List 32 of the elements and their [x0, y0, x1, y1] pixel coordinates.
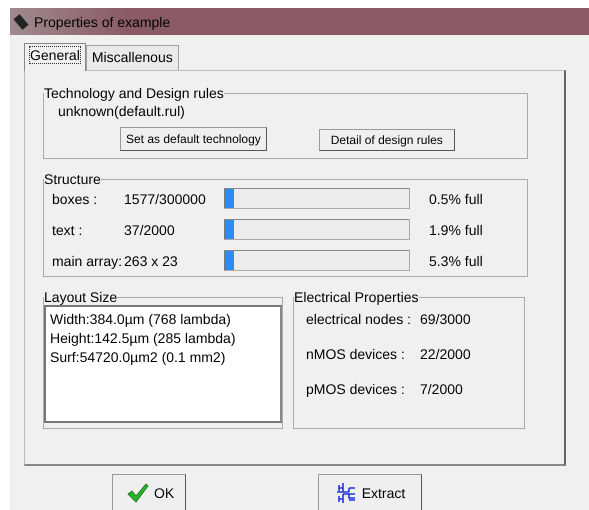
ok-button[interactable]: OK: [112, 474, 186, 510]
group-title: Technology and Design rules: [44, 85, 224, 101]
group-title: Layout Size: [44, 289, 118, 305]
property-value: 69/3000: [420, 311, 471, 327]
property-value: 7/2000: [420, 381, 463, 397]
checkmark-icon: [127, 482, 149, 502]
fill-reading: 0.5% full: [429, 190, 483, 206]
property-label: nMOS devices :: [306, 346, 406, 362]
count-value: 37/2000: [124, 222, 176, 238]
row-label: main array:: [52, 252, 124, 268]
count-value: 1577/300000: [124, 190, 207, 206]
tab[interactable]: Miscallenous: [86, 45, 179, 70]
fill-reading: 5.3% full: [429, 252, 483, 268]
size-line: Height:142.5µm (285 lambda): [50, 329, 236, 348]
count-value: 263 x 23: [124, 252, 179, 268]
set-default-button[interactable]: Set as default technology: [120, 127, 267, 151]
row-label: boxes :: [52, 190, 98, 206]
size-line: Width:384.0µm (768 lambda): [50, 310, 232, 329]
group-title: Electrical Properties: [294, 289, 418, 305]
property-label: pMOS devices :: [306, 381, 406, 397]
fill-reading: 1.9% full: [429, 222, 483, 238]
property-value: 22/2000: [420, 346, 471, 362]
group-title: Structure: [44, 171, 101, 187]
row-label: text :: [52, 222, 84, 238]
technology-value: unknown(default.rul): [58, 103, 186, 119]
tab[interactable]: General: [24, 43, 86, 71]
extract-button[interactable]: Extract: [318, 474, 422, 510]
size-line: Surf:54720.0µm2 (0.1 mm2): [50, 348, 226, 367]
window-title: Properties of example: [34, 14, 170, 30]
transistor-icon: [334, 482, 357, 504]
property-label: electrical nodes :: [306, 311, 412, 327]
design-rules-button[interactable]: Detail of design rules: [318, 129, 455, 151]
